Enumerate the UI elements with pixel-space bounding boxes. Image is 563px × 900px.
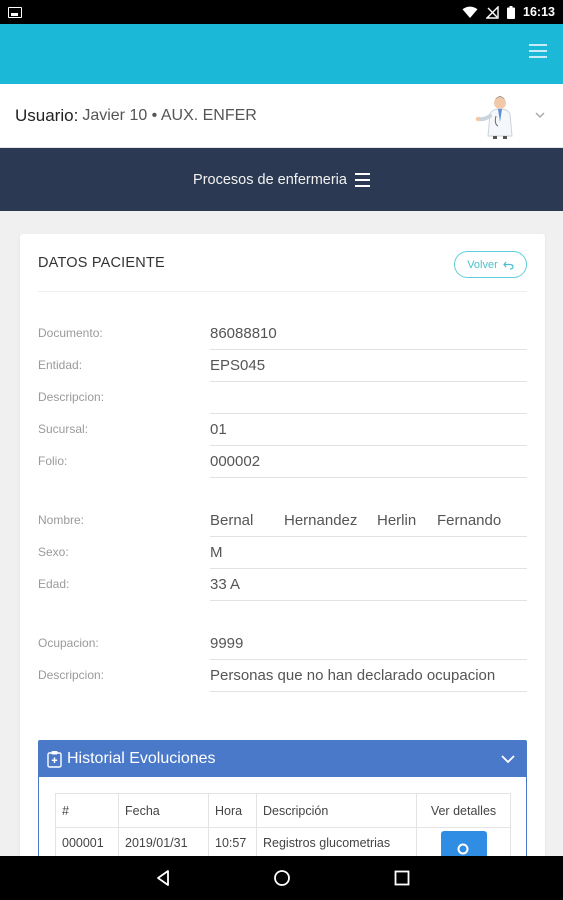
section-nav: Procesos de enfermeria xyxy=(0,148,563,211)
field-sucursal: Sucursal: 01 xyxy=(38,414,527,446)
field-label: Entidad: xyxy=(38,358,83,372)
table-header-row: # Fecha Hora Descripción Ver detalles xyxy=(55,793,511,828)
name-part: Bernal xyxy=(210,512,254,529)
system-nav-bar xyxy=(0,856,563,900)
field-value: 33 A xyxy=(210,569,527,601)
image-icon xyxy=(8,6,22,18)
field-ocupacion: Ocupacion: 9999 xyxy=(38,628,527,660)
field-value: 000002 xyxy=(210,446,527,478)
user-bar: Usuario: Javier 10 • AUX. ENFER xyxy=(0,84,563,148)
clipboard-icon xyxy=(47,751,62,768)
recents-icon[interactable] xyxy=(392,868,412,888)
field-label: Descripcion: xyxy=(38,390,105,404)
app-header xyxy=(0,24,563,84)
field-value: Personas que no han declarado ocupacion xyxy=(210,660,527,692)
field-label: Folio: xyxy=(38,454,68,468)
col-num: # xyxy=(55,793,119,828)
clock: 16:13 xyxy=(523,5,555,19)
chevron-down-icon[interactable] xyxy=(500,752,516,766)
back-icon[interactable] xyxy=(153,868,173,888)
no-signal-icon xyxy=(486,5,499,19)
name-part: Fernando xyxy=(437,512,502,529)
field-label: Nombre: xyxy=(38,513,85,527)
history-table: # Fecha Hora Descripción Ver detalles 00… xyxy=(55,793,511,862)
wifi-icon xyxy=(462,6,478,18)
field-value: 86088810 xyxy=(210,318,527,350)
field-nombre: Nombre: Bernal Hernandez Herlin Fernando xyxy=(38,505,527,537)
user-name: Javier 10 • AUX. ENFER xyxy=(82,106,257,124)
field-label: Sexo: xyxy=(38,545,69,559)
chevron-down-icon[interactable] xyxy=(533,108,547,122)
nav-title[interactable]: Procesos de enfermeria xyxy=(193,172,347,188)
field-value: Bernal Hernandez Herlin Fernando xyxy=(210,505,527,537)
field-label: Documento: xyxy=(38,326,103,340)
col-hora: Hora xyxy=(208,793,257,828)
hamburger-icon[interactable] xyxy=(354,172,370,187)
hamburger-icon[interactable] xyxy=(529,44,547,60)
field-documento: Documento: 86088810 xyxy=(38,318,527,350)
field-value xyxy=(210,382,527,414)
field-value: 9999 xyxy=(210,628,527,660)
status-bar: 16:13 xyxy=(0,0,563,24)
patient-card: DATOS PACIENTE Volver Documento: 8608881… xyxy=(20,234,545,880)
field-value: 01 xyxy=(210,414,527,446)
field-value: EPS045 xyxy=(210,350,527,382)
col-fecha: Fecha xyxy=(118,793,209,828)
divider xyxy=(38,291,527,292)
field-label: Sucursal: xyxy=(38,422,89,436)
field-value: M xyxy=(210,537,527,569)
field-folio: Folio: 000002 xyxy=(38,446,527,478)
history-header[interactable]: Historial Evoluciones xyxy=(39,741,526,777)
field-descripcion: Descripcion: xyxy=(38,382,527,414)
field-edad: Edad: 33 A xyxy=(38,569,527,601)
doctor-avatar-icon[interactable] xyxy=(474,92,520,140)
field-entidad: Entidad: EPS045 xyxy=(38,350,527,382)
field-label: Descripcion: xyxy=(38,668,105,682)
name-part: Herlin xyxy=(377,512,417,529)
field-descripcion-ocupacion: Descripcion: Personas que no han declara… xyxy=(38,660,527,692)
history-title: Historial Evoluciones xyxy=(67,750,216,767)
battery-icon xyxy=(507,5,516,19)
back-button[interactable]: Volver xyxy=(454,251,527,278)
field-sexo: Sexo: M xyxy=(38,537,527,569)
undo-icon xyxy=(503,261,514,270)
col-ver-detalles: Ver detalles xyxy=(416,793,511,828)
card-title: DATOS PACIENTE xyxy=(38,255,165,271)
col-descripcion: Descripción xyxy=(256,793,417,828)
back-button-label: Volver xyxy=(467,258,498,271)
field-label: Edad: xyxy=(38,577,70,591)
home-icon[interactable] xyxy=(272,868,292,888)
user-label: Usuario: xyxy=(15,105,79,125)
name-part: Hernandez xyxy=(284,512,358,529)
status-icons: 16:13 xyxy=(462,5,555,19)
field-label: Ocupacion: xyxy=(38,636,99,650)
